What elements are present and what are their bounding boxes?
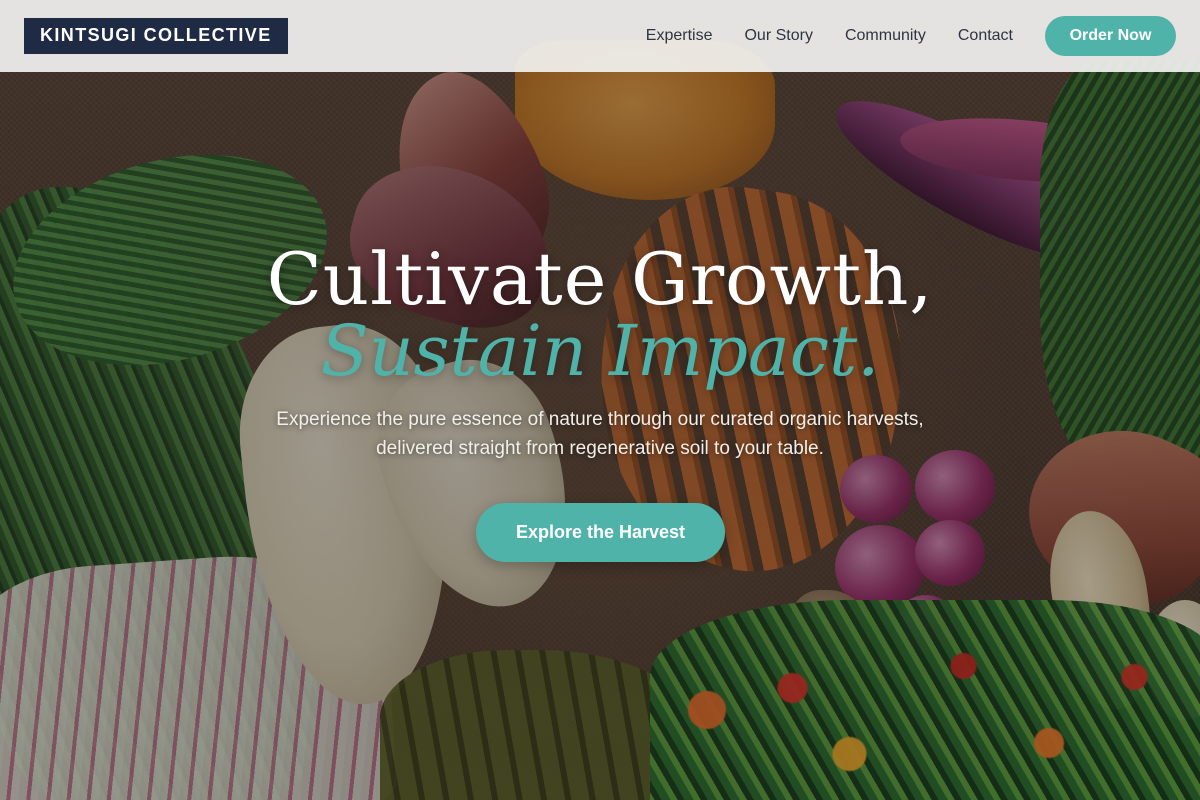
nav-link-our-story[interactable]: Our Story	[744, 27, 812, 45]
nav-link-expertise[interactable]: Expertise	[646, 27, 713, 45]
hero-section: Cultivate Growth, Sustain Impact. Experi…	[0, 0, 1200, 800]
brand-logo[interactable]: KINTSUGI COLLECTIVE	[24, 18, 288, 54]
hero-headline-accent: Sustain Impact.	[320, 310, 880, 392]
nav-link-community[interactable]: Community	[845, 27, 926, 45]
explore-harvest-button[interactable]: Explore the Harvest	[476, 503, 725, 562]
nav-link-contact[interactable]: Contact	[958, 27, 1013, 45]
order-now-button[interactable]: Order Now	[1045, 16, 1176, 56]
hero-subtitle: Experience the pure essence of nature th…	[276, 409, 924, 459]
main-nav: Expertise Our Story Community Contact Or…	[646, 16, 1176, 56]
landing-page: KINTSUGI COLLECTIVE Expertise Our Story …	[0, 0, 1200, 800]
site-header: KINTSUGI COLLECTIVE Expertise Our Story …	[0, 0, 1200, 72]
